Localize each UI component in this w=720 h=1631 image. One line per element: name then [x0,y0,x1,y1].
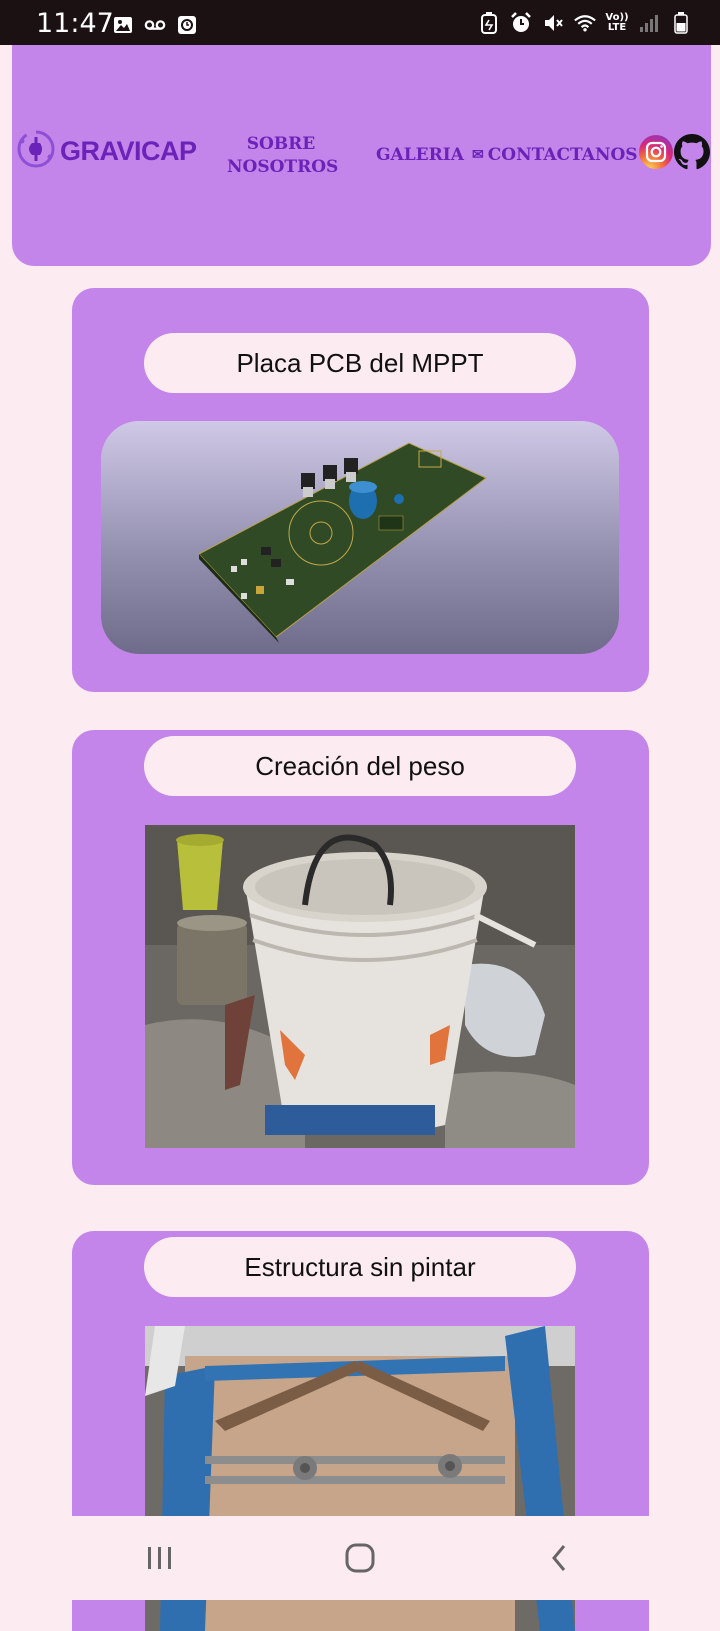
logo-text: GRAVICAP [60,136,197,166]
status-time: 11:47 [36,8,114,39]
clock-app-icon [176,14,198,36]
instagram-icon[interactable] [638,134,674,170]
envelope-icon: ✉ [472,147,484,163]
bucket-photo [145,825,575,1148]
battery-icon [670,12,692,34]
github-icon[interactable] [674,134,710,170]
recent-apps-icon[interactable] [140,1542,180,1574]
nav-link-sobre-nosotros[interactable]: SOBRE NOSOTROS [227,133,338,179]
home-icon[interactable] [340,1542,380,1574]
card-title: Creación del peso [144,736,576,796]
nav-link-contactanos[interactable]: ✉ CONTACTANOS [472,144,638,167]
site-header: GRAVICAP SOBRE NOSOTROS GALERIA ✉ CONTAC… [12,45,711,266]
card-title: Placa PCB del MPPT [144,333,576,393]
mute-icon [542,12,564,34]
system-nav-bar [0,1516,720,1600]
pcb-render-image [101,421,619,654]
nav-link-galeria[interactable]: GALERIA [376,144,464,167]
wifi-icon [574,12,596,34]
volte-icon: Vo)) LTE [605,12,629,33]
back-icon[interactable] [540,1542,580,1574]
site-logo[interactable]: GRAVICAP [14,127,197,176]
signal-icon [638,12,660,34]
battery-saver-icon [478,12,500,34]
gravicap-logo-icon [14,127,58,176]
alarm-icon [510,12,532,34]
status-bar: 11:47 Vo)) LTE [0,0,720,45]
gallery-icon [112,14,134,36]
gallery-card-pcb: Placa PCB del MPPT [72,288,649,692]
card-title: Estructura sin pintar [144,1237,576,1297]
gallery-card-peso: Creación del peso [72,730,649,1185]
voicemail-icon [144,14,166,36]
